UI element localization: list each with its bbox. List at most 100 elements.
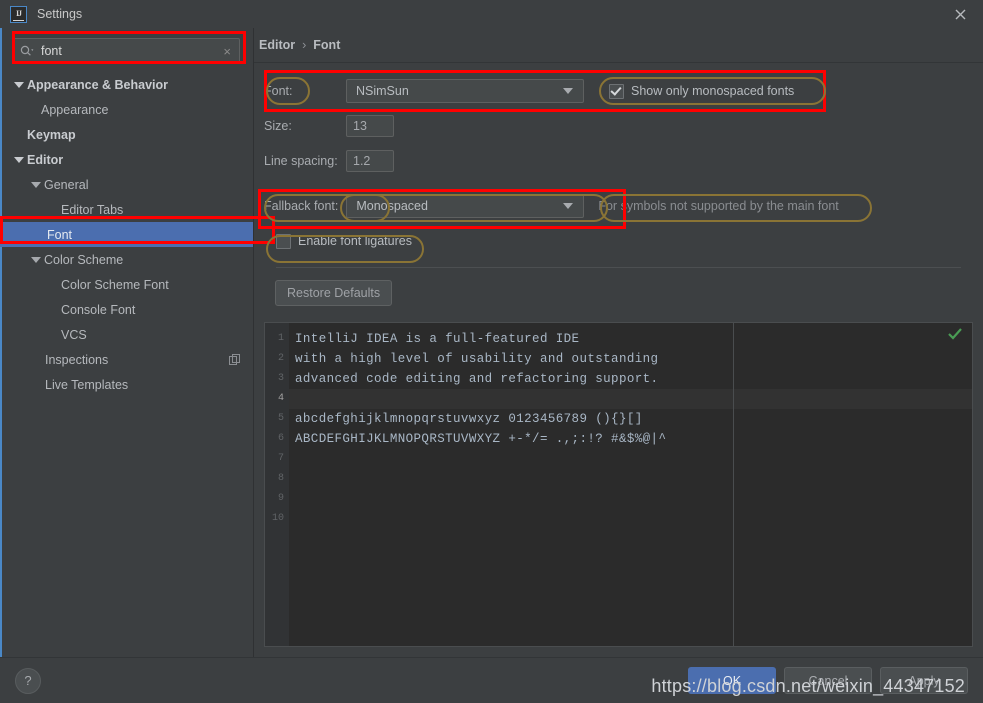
enable-ligatures-label: Enable font ligatures	[298, 234, 412, 248]
sidebar-item-console-font[interactable]: Console Font	[0, 297, 253, 322]
search-container: ×	[13, 38, 240, 64]
search-icon	[20, 45, 34, 57]
apply-button[interactable]: Apply	[880, 667, 968, 694]
sidebar-item-appearance[interactable]: Appearance	[0, 97, 253, 122]
intellij-logo-icon: IJ	[10, 5, 27, 23]
chevron-down-icon[interactable]	[30, 179, 41, 190]
size-label: Size:	[264, 119, 292, 133]
size-row: Size: 13	[264, 112, 983, 140]
sidebar-item-editor-tabs[interactable]: Editor Tabs	[0, 197, 253, 222]
font-family-select[interactable]: NSimSun	[346, 79, 584, 103]
title-bar: IJ Settings	[0, 0, 983, 28]
settings-sidebar: × Appearance & Behavior Appearance Keyma…	[0, 28, 254, 657]
dialog-footer: ? OK Cancel Apply https://blog.csdn.net/…	[0, 657, 983, 703]
sidebar-item-label: Font	[47, 227, 73, 242]
preview-line	[289, 389, 972, 409]
preview-line: abcdefghijklmnopqrstuvwxyz 0123456789 ()…	[295, 412, 643, 426]
fallback-font-label: Fallback font:	[264, 199, 339, 213]
breadcrumb-leaf: Font	[313, 38, 341, 52]
restore-defaults-button[interactable]: Restore Defaults	[275, 280, 393, 306]
breadcrumb-root[interactable]: Editor	[259, 38, 295, 52]
sidebar-item-label: Appearance & Behavior	[27, 77, 169, 92]
settings-dialog: IJ Settings font × Appearance & Behavior…	[0, 0, 983, 703]
line-number: 9	[277, 493, 284, 504]
search-input[interactable]	[41, 44, 222, 58]
line-number: 2	[277, 353, 284, 364]
search-clear-icon[interactable]: ×	[221, 45, 233, 58]
fallback-font-hint: For symbols not supported by the main fo…	[598, 199, 839, 213]
preview-vertical-separator	[733, 323, 734, 646]
preview-line: advanced code editing and refactoring su…	[295, 372, 659, 386]
preview-line: IntelliJ IDEA is a full-featured IDE	[295, 332, 580, 346]
chevron-down-icon[interactable]	[30, 254, 41, 265]
sidebar-item-label: Inspections	[45, 352, 109, 367]
preview-code-area[interactable]: IntelliJ IDEA is a full-featured IDE wit…	[289, 323, 972, 646]
fallback-font-value: Monospaced	[356, 199, 428, 213]
sidebar-item-appearance-behavior[interactable]: Appearance & Behavior	[0, 72, 253, 97]
line-spacing-input[interactable]: 1.2	[346, 150, 394, 172]
line-number: 1	[277, 333, 284, 344]
checkbox-checked-icon	[609, 83, 624, 99]
ligatures-row: Enable font ligatures	[264, 227, 983, 255]
sidebar-item-label: Console Font	[61, 302, 136, 317]
help-button[interactable]: ?	[15, 667, 41, 694]
sidebar-item-label: Keymap	[27, 127, 76, 142]
sidebar-item-label: General	[44, 177, 89, 192]
line-number: 4	[277, 393, 284, 404]
line-number: 10	[271, 513, 284, 524]
close-icon	[955, 9, 965, 19]
font-row: Font: NSimSun Show only monospaced fonts	[264, 77, 983, 105]
font-settings-form: Font: NSimSun Show only monospaced fonts…	[254, 63, 983, 306]
form-divider	[276, 267, 961, 268]
settings-tree: Appearance & Behavior Appearance Keymap …	[0, 72, 253, 397]
line-number-gutter: 1 2 3 4 5 6 7 8 9 10	[265, 323, 289, 646]
preview-line: ABCDEFGHIJKLMNOPQRSTUVWXYZ +-*/= .,;:!? …	[295, 432, 667, 446]
sidebar-item-label: Appearance	[41, 102, 109, 117]
chevron-down-icon	[563, 203, 574, 209]
line-spacing-label: Line spacing:	[264, 154, 338, 168]
size-value: 13	[353, 119, 367, 133]
sidebar-item-inspections[interactable]: Inspections	[0, 347, 253, 372]
line-number: 5	[277, 413, 284, 424]
green-check-icon	[948, 328, 962, 346]
cancel-button[interactable]: Cancel	[784, 667, 872, 694]
window-title: Settings	[37, 7, 83, 21]
chevron-down-icon[interactable]	[13, 79, 24, 90]
copy-icon[interactable]	[229, 354, 240, 365]
line-spacing-row: Line spacing: 1.2	[264, 147, 983, 175]
footer-buttons: OK Cancel Apply	[688, 667, 968, 694]
sidebar-item-label: Color Scheme	[44, 252, 124, 267]
checkbox-unchecked-icon	[276, 233, 291, 249]
line-number: 6	[277, 433, 284, 444]
ok-button[interactable]: OK	[688, 667, 776, 694]
sidebar-item-vcs[interactable]: VCS	[0, 322, 253, 347]
sidebar-item-label: Live Templates	[45, 377, 129, 392]
close-button[interactable]	[937, 0, 983, 28]
sidebar-item-keymap[interactable]: Keymap	[0, 122, 253, 147]
font-family-value: NSimSun	[356, 84, 409, 98]
sidebar-item-general[interactable]: General	[0, 172, 253, 197]
sidebar-item-editor[interactable]: Editor	[0, 147, 253, 172]
show-monospaced-label: Show only monospaced fonts	[631, 84, 795, 98]
chevron-down-icon	[563, 88, 573, 94]
sidebar-item-color-scheme-font[interactable]: Color Scheme Font	[0, 272, 253, 297]
dialog-body: × Appearance & Behavior Appearance Keyma…	[0, 28, 983, 657]
settings-main-panel: Editor › Font Font: NSimSun Show only mo…	[254, 28, 983, 657]
breadcrumb-separator-icon: ›	[302, 38, 307, 52]
line-spacing-value: 1.2	[353, 154, 371, 168]
line-number: 7	[277, 453, 284, 464]
sidebar-item-font[interactable]: Font	[0, 222, 253, 247]
enable-ligatures-checkbox[interactable]: Enable font ligatures	[276, 233, 412, 249]
chevron-down-icon[interactable]	[13, 154, 24, 165]
fallback-font-row: Fallback font: Monospaced For symbols no…	[264, 192, 983, 220]
line-number: 3	[277, 373, 284, 384]
sidebar-item-label: Editor Tabs	[61, 202, 124, 217]
sidebar-item-color-scheme[interactable]: Color Scheme	[0, 247, 253, 272]
fallback-font-select[interactable]: Monospaced	[346, 194, 585, 218]
sidebar-item-live-templates[interactable]: Live Templates	[0, 372, 253, 397]
search-box[interactable]: ×	[13, 38, 240, 64]
font-preview-editor[interactable]: 1 2 3 4 5 6 7 8 9 10 IntelliJ IDEA is a …	[264, 322, 973, 647]
show-monospaced-checkbox[interactable]: Show only monospaced fonts	[609, 83, 795, 99]
preview-line: with a high level of usability and outst…	[295, 352, 659, 366]
size-input[interactable]: 13	[346, 115, 394, 137]
